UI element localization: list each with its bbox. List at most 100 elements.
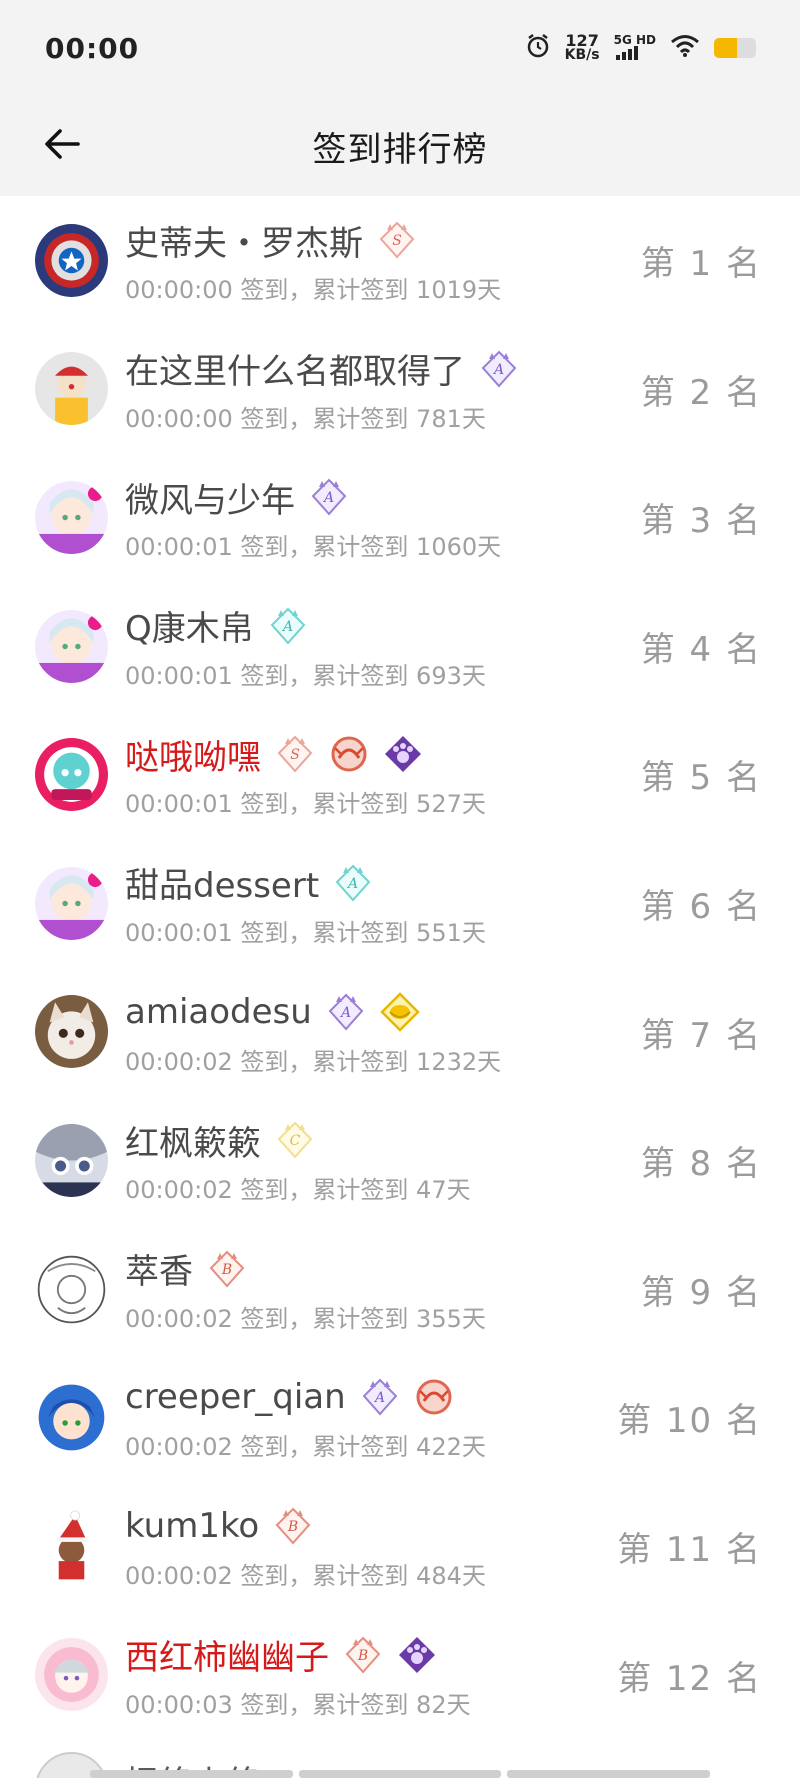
blue-hair-avatar[interactable]	[35, 1381, 108, 1455]
user-name[interactable]: 在这里什么名都取得了	[125, 344, 465, 393]
list-item[interactable]: 微风与少年 A 00:00:01 签到，累计签到 1060天 第 3 名	[0, 453, 800, 582]
wifi-icon	[670, 34, 700, 62]
overlay-bars	[90, 1770, 711, 1778]
signin-meta: 00:00:02 签到，累计签到 1232天	[125, 1047, 502, 1076]
signin-meta: 00:00:01 签到，累计签到 527天	[125, 790, 486, 819]
list-item[interactable]: 史蒂夫・罗杰斯 S 00:00:00 签到，累计签到 1019天 第 1 名	[0, 196, 800, 325]
list-item[interactable]: 甜品dessert A 00:00:01 签到，累计签到 551天 第 6 名	[0, 839, 800, 968]
user-info: kum1ko B 00:00:02 签到，累计签到 484天	[125, 1504, 620, 1591]
level-a-purple-badge-icon: A	[326, 992, 366, 1032]
user-info: creeper_qian A 00:00:02 签到，累计签到 422天	[125, 1375, 620, 1462]
page-title: 签到排行榜	[312, 129, 488, 170]
partial-list-item[interactable]: 择终上终	[0, 1740, 800, 1778]
rank-label: 第 2 名	[640, 372, 762, 413]
user-name[interactable]: 微风与少年	[125, 473, 295, 522]
svg-text:B: B	[287, 1519, 298, 1535]
list-item[interactable]: 红枫簌簌 C 00:00:02 签到，累计签到 47天 第 8 名	[0, 1096, 800, 1225]
level-c-badge-icon: C	[275, 1120, 315, 1160]
rank-label: 第 12 名	[617, 1658, 762, 1699]
user-name[interactable]: 甜品dessert	[125, 858, 319, 907]
user-info: 史蒂夫・罗杰斯 S 00:00:00 签到，累计签到 1019天	[125, 218, 620, 305]
rank-label: 第 3 名	[640, 501, 762, 542]
network-type-label: 5G HD	[613, 33, 656, 47]
svg-text:B: B	[221, 1262, 232, 1278]
status-bar: 00:00 127 KB/s 5G HD	[0, 0, 800, 96]
level-b-badge-icon: B	[273, 1506, 313, 1546]
back-button[interactable]	[36, 120, 88, 172]
list-item[interactable]: creeper_qian A 00:00:02 签到，累计签到 422天 第 10 名	[0, 1353, 800, 1482]
user-name[interactable]: Q康木帛	[125, 601, 254, 650]
name-line: Q康木帛 A	[125, 601, 620, 650]
user-name[interactable]: 哒哦呦嘿	[125, 730, 261, 779]
rank-label: 第 7 名	[640, 1015, 762, 1056]
miku-avatar[interactable]	[35, 738, 108, 812]
user-name[interactable]: 红枫簌簌	[125, 1116, 261, 1165]
name-line: 西红柿幽幽子 B	[125, 1630, 620, 1679]
purple-paw-badge-icon	[383, 734, 423, 774]
rank-label: 第 10 名	[617, 1401, 762, 1442]
level-a-purple-badge-icon: A	[479, 349, 519, 389]
list-item[interactable]: 在这里什么名都取得了 A 00:00:00 签到，累计签到 781天 第 2 名	[0, 325, 800, 454]
name-line: 微风与少年 A	[125, 473, 620, 522]
list-item[interactable]: 西红柿幽幽子 B 00:00:03 签到，累计签到 82天 第 12 名	[0, 1611, 800, 1740]
list-item[interactable]: kum1ko B 00:00:02 签到，累计签到 484天 第 11 名	[0, 1482, 800, 1611]
ranking-list: 史蒂夫・罗杰斯 S 00:00:00 签到，累计签到 1019天 第 1 名在这里什么…	[0, 196, 800, 1739]
list-item[interactable]: amiaodesu A 00:00:02 签到，累计签到 1232天 第 7 名	[0, 968, 800, 1097]
user-info: Q康木帛 A 00:00:01 签到，累计签到 693天	[125, 604, 620, 691]
user-name[interactable]: 史蒂夫・罗杰斯	[125, 216, 363, 265]
name-line: 甜品dessert A	[125, 858, 620, 907]
user-name[interactable]: creeper_qian	[125, 1377, 346, 1417]
user-name[interactable]: 西红柿幽幽子	[125, 1630, 329, 1679]
svg-text:C: C	[290, 1133, 301, 1149]
signin-meta: 00:00:02 签到，累计签到 47天	[125, 1176, 471, 1205]
pink-anime-avatar[interactable]	[35, 1638, 108, 1712]
list-item[interactable]: 哒哦呦嘿 S 00:00:01 签到，累计签到 527天 第 5 名	[0, 710, 800, 839]
list-item[interactable]: 萃香 B 00:00:02 签到，累计签到 355天 第 9 名	[0, 1225, 800, 1354]
user-info: 红枫簌簌 C 00:00:02 签到，累计签到 47天	[125, 1118, 620, 1205]
svg-text:S: S	[290, 747, 300, 763]
net-speed: 127 KB/s	[565, 33, 600, 63]
user-name[interactable]: 萃香	[125, 1244, 193, 1293]
name-line: 史蒂夫・罗杰斯 S	[125, 216, 620, 265]
rank-label: 第 6 名	[640, 886, 762, 927]
name-line: 哒哦呦嘿 S	[125, 730, 620, 779]
santa-avatar[interactable]	[35, 1509, 108, 1583]
anime-eyes-avatar[interactable]	[35, 1123, 108, 1197]
arrow-left-icon	[44, 128, 80, 164]
rank-label: 第 4 名	[640, 629, 762, 670]
svg-text:A: A	[339, 1005, 351, 1021]
signin-meta: 00:00:01 签到，累计签到 1060天	[125, 533, 502, 562]
captain-america-avatar[interactable]	[35, 223, 108, 297]
red-emblem-badge-icon	[414, 1377, 454, 1417]
cat-avatar[interactable]	[35, 995, 108, 1069]
red-emblem-badge-icon	[329, 734, 369, 774]
battery-icon	[714, 38, 756, 58]
clown-avatar[interactable]	[35, 352, 108, 426]
user-name[interactable]: amiaodesu	[125, 992, 312, 1032]
signin-meta: 00:00:02 签到，累计签到 422天	[125, 1433, 486, 1462]
svg-text:A: A	[492, 362, 504, 378]
signin-meta: 00:00:01 签到，累计签到 551天	[125, 918, 486, 947]
name-line: 红枫簌簌 C	[125, 1116, 620, 1165]
rank-label: 第 1 名	[640, 244, 762, 284]
battery-level	[714, 38, 738, 58]
user-info: 在这里什么名都取得了 A 00:00:00 签到，累计签到 781天	[125, 347, 620, 434]
user-info: 西红柿幽幽子 B 00:00:03 签到，累计签到 82天	[125, 1633, 620, 1720]
anime-girl-avatar[interactable]	[35, 480, 108, 554]
svg-text:A: A	[281, 619, 293, 635]
anime-girl-avatar[interactable]	[35, 609, 108, 683]
list-item[interactable]: Q康木帛 A 00:00:01 签到，累计签到 693天 第 4 名	[0, 582, 800, 711]
alarm-icon	[525, 33, 551, 63]
name-line: 萃香 B	[125, 1244, 620, 1293]
level-a-teal-badge-icon: A	[333, 863, 373, 903]
user-info: 哒哦呦嘿 S 00:00:01 签到，累计签到 527天	[125, 732, 620, 819]
name-line: kum1ko B	[125, 1504, 620, 1548]
sketch-avatar[interactable]	[35, 1252, 108, 1326]
anime-girl-avatar[interactable]	[35, 866, 108, 940]
svg-text:S: S	[392, 233, 402, 249]
user-name[interactable]: kum1ko	[125, 1506, 259, 1546]
level-b-badge-icon: B	[207, 1249, 247, 1289]
signin-meta: 00:00:00 签到，累计签到 781天	[125, 404, 486, 433]
level-a-purple-badge-icon: A	[360, 1377, 400, 1417]
level-s-badge-icon: S	[377, 220, 417, 260]
